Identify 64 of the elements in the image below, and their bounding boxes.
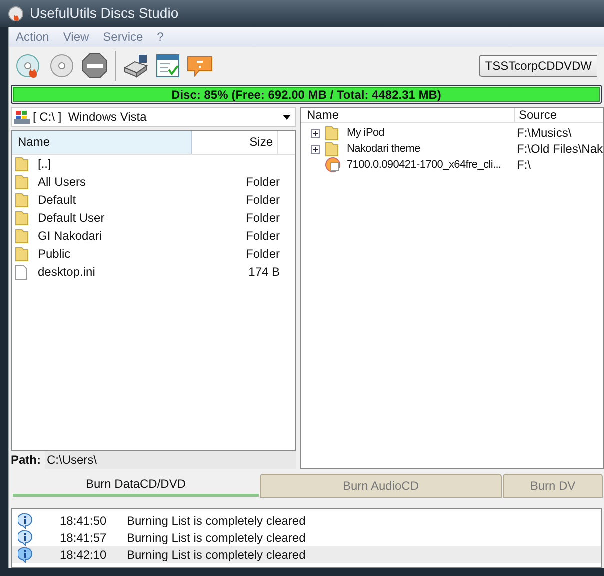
- folder-icon: [324, 141, 339, 157]
- folder-icon: [15, 156, 29, 172]
- item-source: F:\: [516, 157, 532, 174]
- file-size: Folder: [244, 210, 280, 227]
- burn-disc-icon[interactable]: [16, 53, 42, 79]
- disc-usage-bar: Disc: 85% (Free: 692.00 MB / Total: 4482.31 MB): [13, 87, 600, 102]
- item-source: F:\Old Files\Nak: [516, 141, 603, 158]
- checklist-icon[interactable]: [156, 54, 180, 78]
- item-name[interactable]: Nakodari theme: [346, 140, 513, 158]
- file-name[interactable]: desktop.ini: [37, 263, 230, 281]
- file-name[interactable]: [..]: [37, 155, 230, 173]
- disc-icon[interactable]: [49, 53, 75, 79]
- log-time: 18:41:57: [60, 530, 108, 546]
- file-name[interactable]: All Users: [37, 173, 230, 191]
- log-time: 18:42:10: [60, 546, 108, 564]
- file-name[interactable]: GI Nakodari: [37, 227, 230, 245]
- log-message: Burning List is completely cleared: [127, 512, 306, 530]
- info-icon: [18, 546, 33, 562]
- disc-image-icon: [324, 157, 341, 173]
- file-size: Folder: [244, 174, 280, 191]
- dropdown-arrow-icon: [282, 114, 291, 120]
- item-source: F:\Musics\: [516, 125, 573, 142]
- log-message: Burning List is completely cleared: [127, 546, 306, 564]
- column-header[interactable]: Size: [192, 131, 278, 154]
- file-size: Folder: [244, 192, 280, 209]
- menu-item[interactable]: Action: [16, 28, 50, 46]
- windows-drive-icon: [14, 110, 30, 124]
- file-size: 174 B: [248, 264, 280, 281]
- column-header[interactable]: Name: [12, 131, 192, 154]
- folder-icon: [15, 210, 29, 226]
- column-header[interactable]: Source: [514, 108, 603, 122]
- file-size: Folder: [244, 228, 280, 245]
- drive-dropdown[interactable]: TSSTcorpCDDVDW: [479, 55, 597, 77]
- file-name[interactable]: Default: [37, 191, 230, 209]
- item-name[interactable]: My iPod: [346, 124, 513, 142]
- info-icon: [18, 512, 33, 528]
- menu-item[interactable]: Service: [103, 28, 144, 46]
- file-name[interactable]: Default User: [37, 209, 230, 227]
- log-message: Burning List is completely cleared: [127, 530, 306, 546]
- drive-selector[interactable]: [ C:\ ] Windows Vista: [11, 107, 296, 127]
- column-header[interactable]: Name: [300, 108, 515, 122]
- stop-icon[interactable]: [82, 53, 108, 79]
- folder-icon: [324, 125, 339, 141]
- expand-icon[interactable]: [310, 144, 320, 154]
- folder-icon: [15, 228, 29, 244]
- file-name[interactable]: Public: [37, 245, 230, 263]
- file-size: Folder: [244, 246, 280, 263]
- help-icon[interactable]: [187, 55, 213, 77]
- folder-icon: [15, 174, 29, 190]
- disc-flame-icon: [8, 6, 24, 22]
- menu-item[interactable]: ?: [157, 28, 164, 46]
- item-name[interactable]: 7100.0.090421-1700_x64fre_cli...: [346, 156, 513, 174]
- folder-icon: [15, 246, 29, 262]
- expand-icon[interactable]: [310, 128, 320, 138]
- info-icon: [18, 530, 33, 546]
- folder-icon: [15, 192, 29, 208]
- drive-icon[interactable]: [123, 54, 149, 78]
- path-label: Path:: [11, 452, 41, 469]
- log-time: 18:41:50: [60, 512, 108, 530]
- file-icon: [15, 264, 27, 280]
- window-title: UsefulUtils Discs Studio: [30, 4, 179, 23]
- menu-item[interactable]: View: [63, 28, 90, 46]
- path-value: C:\Users\: [45, 451, 296, 469]
- log-row[interactable]: 18:42:10 Burning List is completely cleared: [12, 546, 601, 563]
